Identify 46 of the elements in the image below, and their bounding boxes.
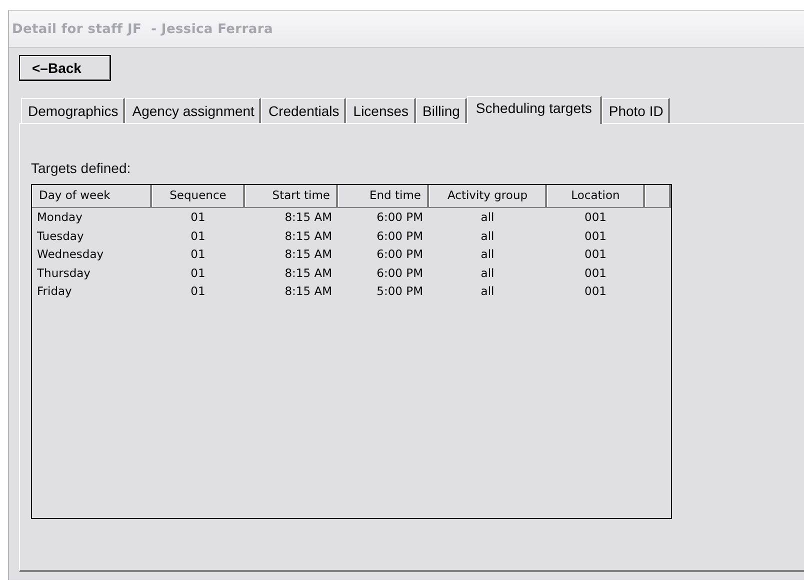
table-cell-text: all	[480, 264, 496, 282]
tab[interactable]: Photo ID	[602, 98, 670, 123]
column-header[interactable]: Location	[547, 185, 645, 207]
table-cell-text: 001	[584, 246, 608, 263]
window-title: Detail for staff JF - Jessica Ferrara	[12, 22, 273, 36]
tab[interactable]: Agency assignment	[125, 98, 262, 123]
column-header[interactable]: Day of week	[32, 185, 152, 207]
table-cell-text: 8:15 AM	[284, 228, 333, 244]
tab[interactable]: Credentials	[261, 98, 346, 123]
table-cell-text: Wednesday	[36, 246, 105, 263]
table-cell-text: all	[480, 228, 496, 244]
table-cell-text: 01	[190, 228, 206, 244]
table-cell-text: 6:00 PM	[376, 246, 424, 263]
table-cell-text: 5:00 PM	[376, 283, 424, 300]
column-header[interactable]: Sequence	[152, 185, 245, 207]
targets-label: Targets defined:	[31, 160, 132, 176]
table-cell-text: 8:15 AM	[284, 264, 333, 282]
back-button[interactable]: <–Back	[19, 55, 111, 81]
table-cell-text: Friday	[36, 283, 73, 300]
table-cell-text: 8:15 AM	[284, 283, 333, 300]
table-cell-text: 6:00 PM	[376, 228, 424, 244]
table-cell-text: 8:15 AM	[284, 209, 333, 226]
table-cell-text: 001	[584, 264, 608, 282]
tab[interactable]: Billing	[416, 98, 467, 123]
tab[interactable]: Demographics	[21, 98, 126, 123]
table-cell-text: all	[480, 283, 496, 300]
table-cell-text: 01	[190, 209, 206, 226]
table-cell-text: 01	[190, 283, 206, 300]
table-cell-text: 01	[190, 246, 206, 263]
table-cell-text: 6:00 PM	[376, 209, 424, 226]
table-cell-text: 001	[584, 283, 608, 300]
table-cell-text: Thursday	[36, 264, 92, 282]
table-cell-text: 8:15 AM	[284, 246, 333, 263]
table-cell-text: Monday	[36, 209, 84, 226]
table-cell-text: all	[480, 209, 496, 226]
column-header[interactable]: Start time	[245, 185, 338, 207]
column-header[interactable]: End time	[338, 185, 429, 207]
table-cell-text: Tuesday	[36, 228, 85, 244]
table-cell-text: 01	[190, 264, 206, 282]
table-cell-text: 001	[584, 209, 608, 226]
column-header[interactable]: Activity group	[429, 185, 547, 207]
table-cell-text: all	[480, 246, 496, 263]
tab[interactable]: Scheduling targets	[466, 96, 602, 124]
table-cell-text: 001	[584, 228, 608, 244]
tab[interactable]: Licenses	[346, 98, 416, 123]
table-cell-text: 6:00 PM	[376, 264, 424, 282]
